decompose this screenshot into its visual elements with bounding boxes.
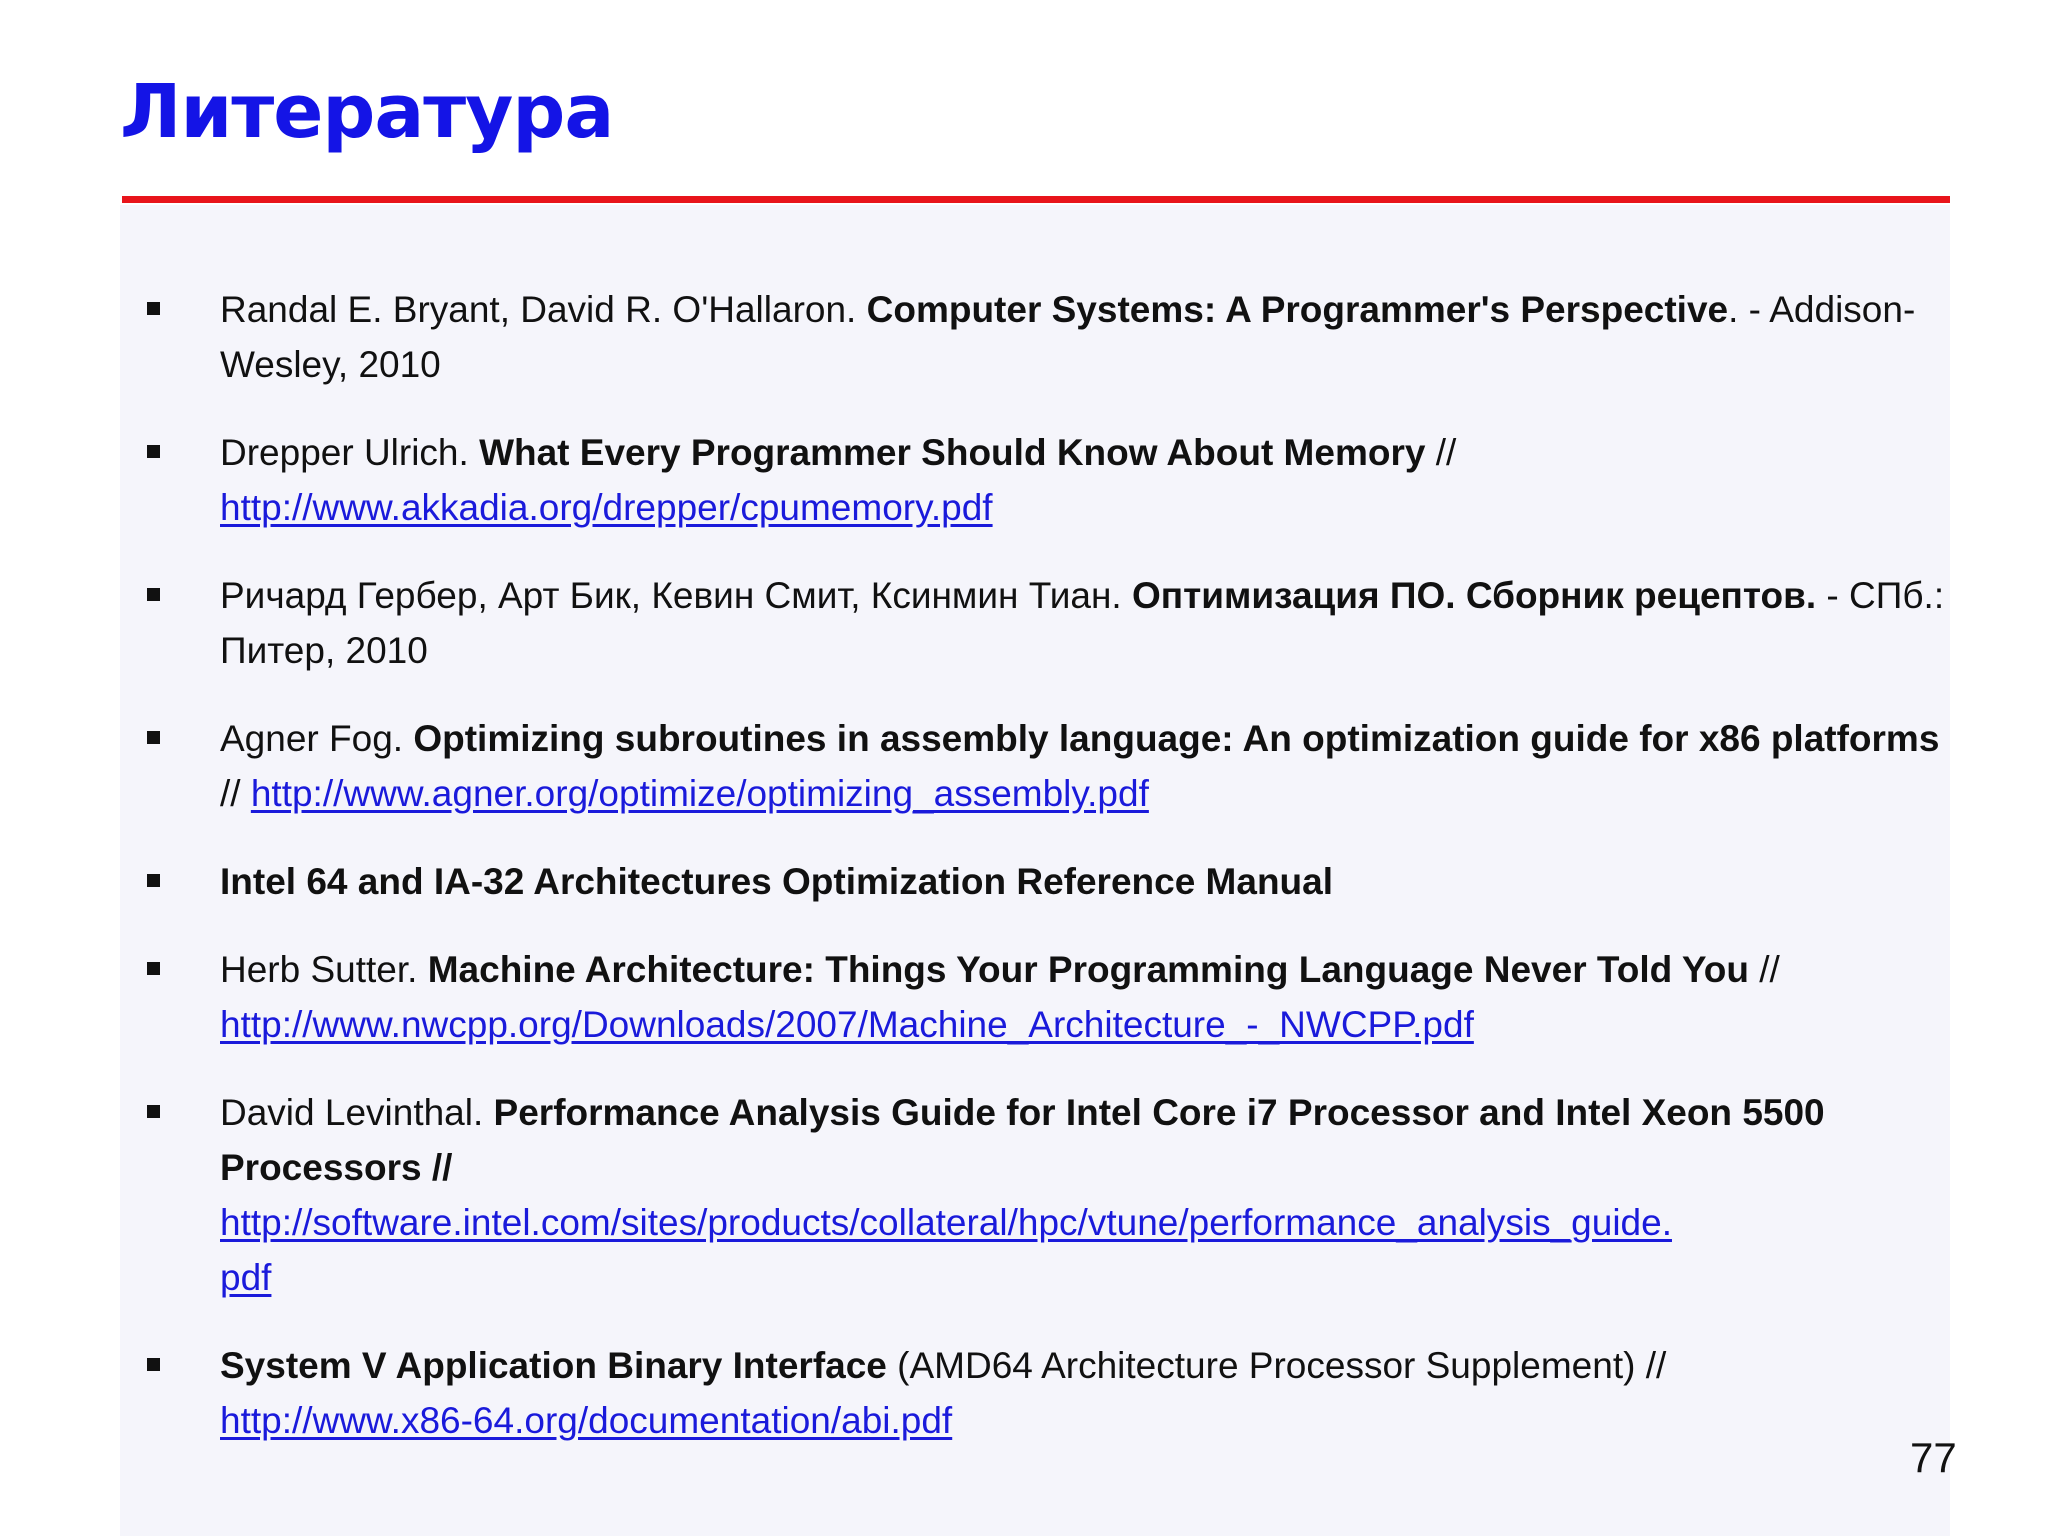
reference-authors: Herb Sutter. (220, 949, 428, 990)
square-bullet-icon (147, 588, 160, 601)
reference-title: System V Application Binary Interface (220, 1345, 887, 1386)
reference-title: Optimizing subroutines in assembly langu… (413, 718, 1940, 759)
reference-authors: Ричард Гербер, Арт Бик, Кевин Смит, Ксин… (220, 575, 1132, 616)
reference-authors: Drepper Ulrich. (220, 432, 480, 473)
reference-item: David Levinthal. Performance Analysis Gu… (145, 1085, 1945, 1305)
page-number: 77 (1910, 1434, 1957, 1481)
reference-item: Intel 64 and IA-32 Architectures Optimiz… (145, 854, 1945, 909)
reference-item: Ричард Гербер, Арт Бик, Кевин Смит, Ксин… (145, 568, 1945, 678)
reference-link[interactable]: http://www.agner.org/optimize/optimizing… (251, 773, 1149, 814)
square-bullet-icon (147, 874, 160, 887)
reference-link-continuation[interactable]: pdf (220, 1257, 271, 1298)
square-bullet-icon (147, 445, 160, 458)
square-bullet-icon (147, 731, 160, 744)
slide-title: Литература (120, 69, 614, 155)
reference-separator: // (1425, 432, 1457, 473)
reference-item: System V Application Binary Interface (A… (145, 1338, 1945, 1448)
reference-authors: Agner Fog. (220, 718, 414, 759)
reference-title: What Every Programmer Should Know About … (479, 432, 1426, 473)
reference-title: Intel 64 and IA-32 Architectures Optimiz… (220, 861, 1334, 902)
square-bullet-icon (147, 302, 160, 315)
reference-item: Agner Fog. Optimizing subroutines in ass… (145, 711, 1945, 821)
reference-link[interactable]: http://www.akkadia.org/drepper/cpumemory… (220, 487, 993, 528)
reference-separator: // (1748, 949, 1780, 990)
reference-item: Herb Sutter. Machine Architecture: Thing… (145, 942, 1945, 1052)
reference-link[interactable]: http://software.intel.com/sites/products… (220, 1202, 1672, 1243)
reference-title: Оптимизация ПО. Сборник рецептов. (1131, 575, 1817, 616)
reference-item: Randal E. Bryant, David R. O'Hallaron. C… (145, 282, 1945, 392)
reference-item: Drepper Ulrich. What Every Programmer Sh… (145, 425, 1945, 535)
reference-authors: Randal E. Bryant, David R. O'Hallaron. (220, 289, 867, 330)
reference-authors: David Levinthal. (220, 1092, 494, 1133)
reference-separator: // (220, 773, 251, 814)
reference-note: (AMD64 Architecture Processor Supplement… (886, 1345, 1667, 1386)
reference-link[interactable]: http://www.nwcpp.org/Downloads/2007/Mach… (220, 1004, 1474, 1045)
reference-title: Computer Systems: A Programmer's Perspec… (866, 289, 1729, 330)
square-bullet-icon (147, 962, 160, 975)
square-bullet-icon (147, 1105, 160, 1118)
reference-link[interactable]: http://www.x86-64.org/documentation/abi.… (220, 1400, 952, 1441)
square-bullet-icon (147, 1358, 160, 1371)
reference-list: Randal E. Bryant, David R. O'Hallaron. C… (145, 282, 1945, 1481)
reference-title: Machine Architecture: Things Your Progra… (427, 949, 1749, 990)
title-underline-rule (122, 196, 1950, 203)
